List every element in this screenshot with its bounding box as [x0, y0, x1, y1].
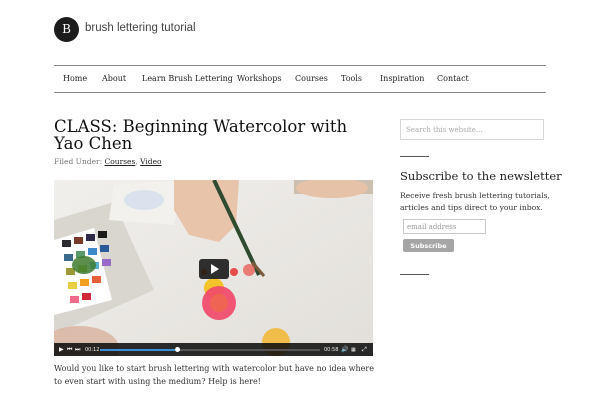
play-icon[interactable]: ▶: [59, 346, 64, 353]
video-play-overlay-button[interactable]: [199, 259, 229, 279]
video-controls-bar: ▶ ⏮ ⏭ 00:12 00:58 🔊 ▦ ⤢: [54, 343, 373, 356]
site-logo[interactable]: B: [54, 17, 79, 42]
video-scrubber-handle[interactable]: [175, 347, 180, 352]
forward-icon[interactable]: ⏭: [75, 346, 80, 353]
newsletter-title: Subscribe to the newsletter: [400, 169, 562, 183]
nav-item-contact[interactable]: Contact: [437, 74, 469, 83]
captions-icon[interactable]: ▦: [351, 347, 356, 354]
rewind-icon[interactable]: ⏮: [67, 346, 72, 353]
site-title[interactable]: brush lettering tutorial: [85, 22, 196, 34]
sidebar-divider-bottom: [400, 274, 429, 275]
nav-item-inspiration[interactable]: Inspiration: [380, 74, 424, 83]
subscribe-button[interactable]: Subscribe: [403, 239, 454, 252]
nav-item-tools[interactable]: Tools: [341, 74, 362, 83]
video-progress-fill: [100, 349, 177, 351]
category-link-video[interactable]: Video: [140, 157, 161, 166]
current-time: 00:12: [85, 347, 100, 353]
post-meta: Filed Under: Courses, Video: [54, 157, 162, 166]
nav-item-about[interactable]: About: [102, 74, 126, 83]
sidebar-divider: [400, 156, 429, 157]
fullscreen-icon[interactable]: ⤢: [362, 346, 367, 353]
main-nav: Home About Learn Brush Lettering Worksho…: [54, 66, 546, 91]
post-excerpt: Would you like to start brush lettering …: [54, 364, 374, 386]
nav-bottom-divider: [54, 92, 546, 93]
filed-under-label: Filed Under:: [54, 157, 103, 166]
newsletter-description: Receive fresh brush lettering tutorials,…: [400, 191, 550, 212]
nav-item-workshops[interactable]: Workshops: [237, 74, 281, 83]
nav-item-courses[interactable]: Courses: [295, 74, 328, 83]
volume-icon[interactable]: 🔊: [341, 346, 348, 353]
search-input[interactable]: [400, 119, 544, 140]
post-title[interactable]: CLASS: Beginning Watercolor with Yao Che…: [54, 118, 374, 152]
video-progress-track[interactable]: [100, 347, 320, 352]
nav-item-learn-brush-lettering[interactable]: Learn Brush Lettering: [142, 74, 233, 83]
video-player[interactable]: ▶ ⏮ ⏭ 00:12 00:58 🔊 ▦ ⤢: [54, 180, 373, 356]
category-separator: ,: [135, 157, 138, 166]
category-link-courses[interactable]: Courses: [105, 157, 136, 166]
email-field[interactable]: [403, 219, 486, 234]
nav-item-home[interactable]: Home: [63, 74, 87, 83]
duration-time: 00:58: [324, 347, 339, 353]
